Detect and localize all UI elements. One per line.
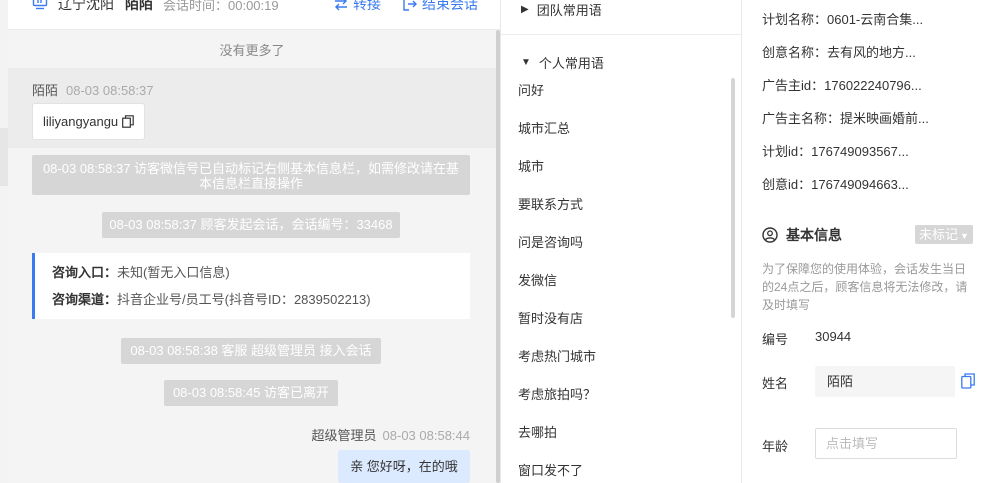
user-circle-icon [762,227,778,243]
visitor-name: 陌陌 [125,0,153,12]
advertiser-id-label: 广告主id： [762,78,825,93]
tag-dropdown[interactable]: 未标记 ▼ [915,225,973,244]
number-value: 30944 [815,329,852,344]
consult-entry-row: 咨询入口：未知(暂无入口信息) [52,263,470,290]
visitor-message-bubble: liliyangyangu [32,103,146,140]
consult-channel-value: 抖音企业号/员工号(抖音号ID：2839502213) [117,292,371,307]
creative-id-label: 创意id： [762,177,812,192]
message-time: 08-03 08:58:37 [66,83,154,98]
name-label: 姓名 [762,376,789,391]
common-phrases-panel: ▶ 团队常用语 ▼ 个人常用语 问好 城市汇总 城市 要联系方式 问是咨询吗 发… [500,0,742,483]
system-message-wechat-marked: 08-03 08:58:37 访客微信号已自动标记右侧基本信息栏，如需修改请在基… [32,155,470,195]
consult-entry-label: 咨询入口： [52,265,118,280]
system-message-agent-join: 08-03 08:58:38 客服 超级管理员 接入会话 [121,338,381,364]
creative-id-value: 176749094663... [811,177,909,192]
basic-info-header: 基本信息 [762,225,842,245]
phrase-item[interactable]: 要联系方式 [518,194,583,213]
session-time: 会话时间：00:00:19 [163,0,279,13]
caret-down-icon: ▼ [960,231,969,241]
visitor-info-panel: 计划名称：0601-云南合集... 创意名称：去有风的地方... 广告主id：1… [743,0,982,483]
agent-name: 超级管理员 [311,428,377,443]
agent-message-time: 08-03 08:58:44 [382,428,470,443]
transfer-label: 转接 [353,0,381,12]
phrase-item[interactable]: 暂时没有店 [518,308,583,327]
visitor-message-text: liliyangyangu [43,114,119,129]
plan-id-value: 176749093567... [811,144,909,159]
caret-right-icon: ▶ [521,4,529,15]
left-edge-strip [0,0,8,483]
caret-down-icon: ▼ [521,57,531,68]
phrase-item[interactable]: 问好 [518,80,544,99]
agent-message-sender: 超级管理员 08-03 08:58:44 [312,425,470,444]
consult-info-card: 咨询入口：未知(暂无入口信息) 咨询渠道：抖音企业号/员工号(抖音号ID：283… [32,253,470,319]
info-edit-note: 为了保障您的使用体验，会话发生当日的24点之后，顾客信息将无法修改，请及时填写 [762,262,968,312]
chat-panel: 辽宁沈阳 陌陌 会话时间：00:00:19 转接 结束会话 没有更多了 陌陌 0… [8,0,500,483]
copy-name-icon[interactable] [961,373,975,389]
phrase-item[interactable]: 窗口发不了 [518,460,583,479]
sender-name: 陌陌 [32,83,59,98]
advertiser-name-label: 广告主名称： [762,111,841,126]
consult-entry-value: 未知(暂无入口信息) [117,265,230,280]
phrases-scrollbar[interactable] [731,78,735,318]
end-session-label: 结束会话 [422,0,478,12]
system-message-visitor-left: 08-03 08:58:45 访客已离开 [164,380,338,406]
transfer-icon [335,0,347,11]
plan-name-row: 计划名称：0601-云南合集... [762,9,923,28]
personal-phrases-group[interactable]: ▼ 个人常用语 [521,53,604,72]
plan-name-label: 计划名称： [762,12,828,27]
no-more-history: 没有更多了 [219,43,285,58]
name-field[interactable]: 陌陌 [815,366,955,397]
advertiser-name-value: 提米映画婚前... [840,111,929,126]
advertiser-id-value: 176022240796... [824,78,922,93]
phrase-item[interactable]: 城市汇总 [518,118,570,137]
phrase-item[interactable]: 问是咨询吗 [518,232,583,251]
left-edge-highlight [0,128,8,186]
creative-name-label: 创意名称： [762,45,828,60]
creative-id-row: 创意id：176749094663... [762,174,909,193]
team-phrases-group[interactable]: ▶ 团队常用语 [521,0,602,19]
consult-channel-row: 咨询渠道：抖音企业号/员工号(抖音号ID：2839502213) [52,290,470,317]
tag-label: 未标记 [919,227,959,242]
basic-info-title: 基本信息 [786,227,842,243]
visitor-message-sender: 陌陌 08-03 08:58:37 [32,80,153,99]
plan-name-value: 0601-云南合集... [827,12,924,27]
age-label: 年龄 [762,439,789,454]
copy-icon[interactable] [122,115,134,128]
chat-header: 辽宁沈阳 陌陌 会话时间：00:00:19 转接 结束会话 [8,0,500,30]
phrases-divider [501,34,741,35]
consult-channel-label: 咨询渠道： [52,292,118,307]
exit-icon [403,0,417,11]
creative-name-value: 去有风的地方... [827,45,916,60]
visitor-location: 辽宁沈阳 [58,0,114,12]
phrase-item[interactable]: 考虑热门城市 [518,346,596,365]
personal-phrases-label: 个人常用语 [538,56,604,71]
creative-name-row: 创意名称：去有风的地方... [762,42,916,61]
monitor-icon [32,0,48,10]
phrase-item[interactable]: 去哪拍 [518,422,557,441]
phrase-item[interactable]: 发微信 [518,270,557,289]
advertiser-name-row: 广告主名称：提米映画婚前... [762,108,929,127]
phrase-item[interactable]: 考虑旅拍吗？ [518,384,596,403]
advertiser-id-row: 广告主id：176022240796... [762,75,922,94]
agent-message-bubble: 亲 您好呀，在的哦 [338,450,470,483]
system-message-session-start: 08-03 08:58:37 顾客发起会话，会话编号：33468 [102,212,400,238]
plan-id-row: 计划id：176749093567... [762,141,909,160]
team-phrases-label: 团队常用语 [536,3,602,18]
plan-id-label: 计划id： [762,144,812,159]
transfer-button[interactable]: 转接 [333,0,381,14]
number-label: 编号 [762,332,789,347]
age-input[interactable] [815,428,957,459]
phrase-item[interactable]: 城市 [518,156,544,175]
end-session-button[interactable]: 结束会话 [402,0,478,14]
